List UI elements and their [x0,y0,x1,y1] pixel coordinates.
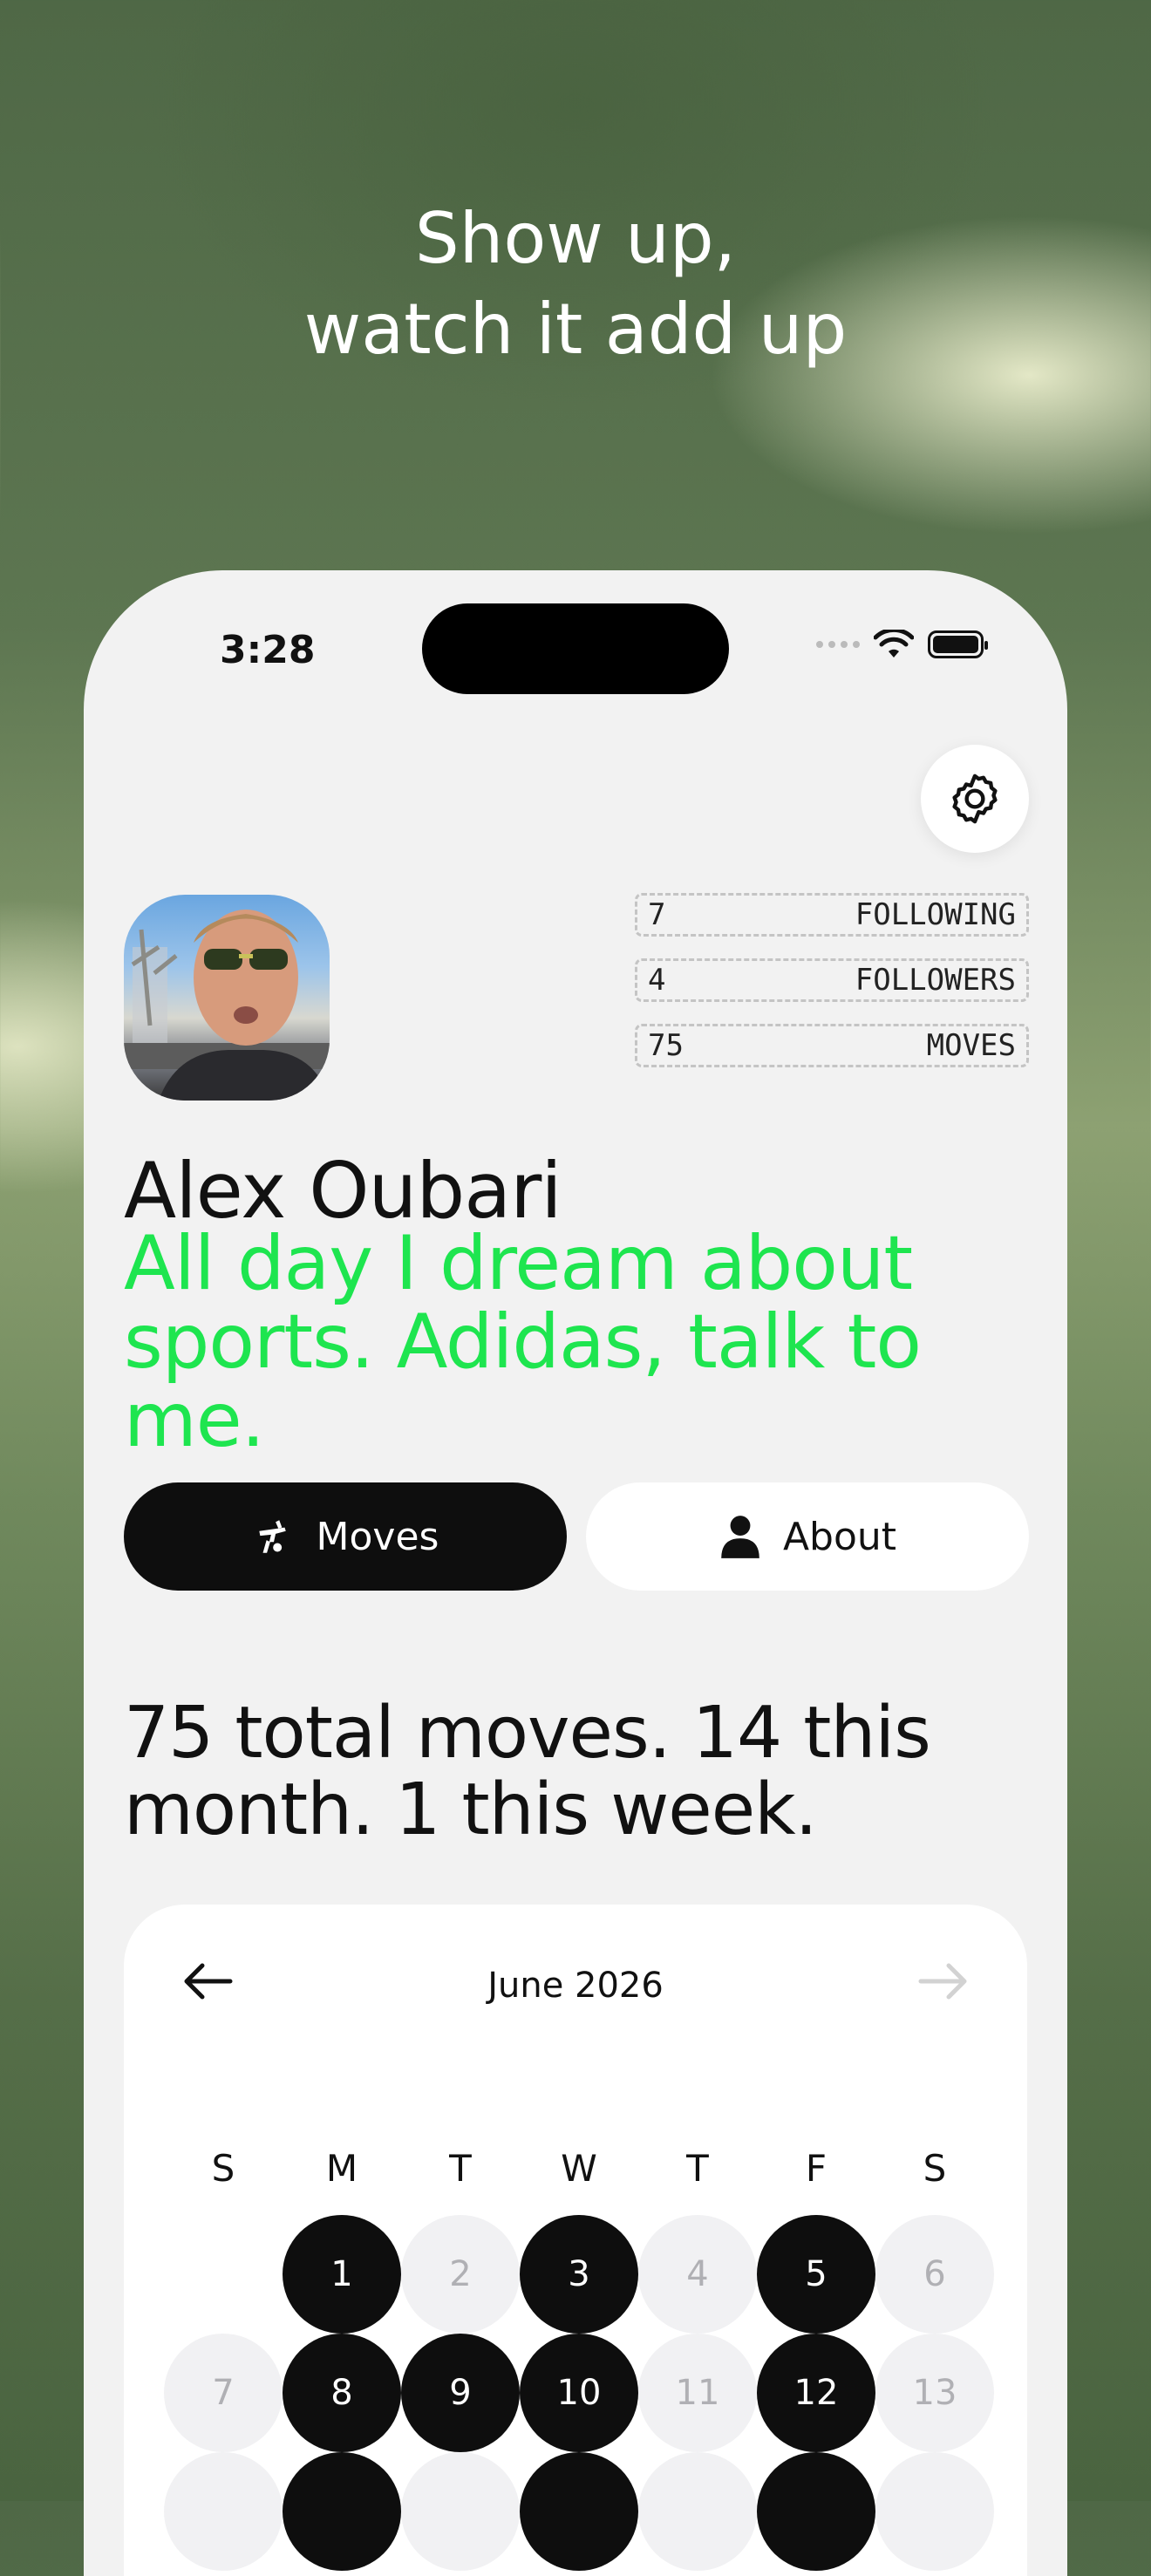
calendar-day[interactable]: 2 [401,2215,520,2334]
calendar-month-title: June 2026 [487,1966,664,2006]
calendar-day-partial [283,2452,401,2571]
calendar-day[interactable]: 13 [875,2334,994,2452]
calendar-day-number: 9 [401,2334,520,2452]
tab-about[interactable]: About [586,1482,1029,1591]
calendar-day-number: 8 [283,2334,401,2452]
calendar-days: 1 2 3 4 5 6 7 8 9 10 11 12 13 [164,2215,994,2571]
calendar-day[interactable]: 7 [164,2334,283,2452]
dynamic-island [422,603,729,694]
stat-following-label: FOLLOWING [855,897,1016,932]
calendar-weekdays: S M T W T F S [164,2147,994,2190]
calendar-day-number: 11 [638,2334,757,2452]
stat-following-value: 7 [648,897,666,932]
move-figure-icon [258,1520,286,1553]
stat-moves[interactable]: 75 MOVES [635,1024,1029,1067]
calendar-day[interactable]: 12 [757,2334,875,2452]
calendar-day-partial [757,2452,875,2571]
stat-followers[interactable]: 4 FOLLOWERS [635,958,1029,1002]
calendar-day[interactable]: 3 [520,2215,638,2334]
tab-about-label: About [782,1514,897,1559]
calendar-day[interactable]: 9 [401,2334,520,2452]
profile-stats: 7 FOLLOWING 4 FOLLOWERS 75 MOVES [635,893,1029,1089]
headline-line-1: Show up, [414,198,737,279]
stat-following[interactable]: 7 FOLLOWING [635,893,1029,937]
weekday-label: S [923,2147,947,2190]
calendar-day[interactable]: 11 [638,2334,757,2452]
weekday-label: F [805,2147,827,2190]
tab-moves-label: Moves [316,1514,439,1559]
status-time: 3:28 [220,628,316,672]
weekday-label: T [686,2147,709,2190]
weekday-label: S [211,2147,235,2190]
calendar-day-partial [520,2452,638,2571]
wifi-icon [874,630,914,658]
headline: Show up, watch it add up [0,194,1151,375]
calendar-day-partial [401,2452,520,2571]
calendar-day-number: 5 [757,2215,875,2334]
stat-moves-label: MOVES [926,1028,1016,1063]
arrow-right-icon[interactable] [917,1962,970,2000]
headline-line-2: watch it add up [303,289,848,370]
weekday-label: W [561,2147,597,2190]
calendar-day [164,2215,283,2334]
phone-screen: 3:28 7 FOLLOWING 4 FOLLOWERS 75 MOVES Al… [84,570,1067,2576]
status-icons [816,630,988,659]
calendar-day[interactable]: 5 [757,2215,875,2334]
settings-button[interactable] [921,745,1029,853]
calendar-day-number: 7 [164,2334,283,2452]
gear-icon [952,773,998,824]
moves-summary: 75 total moves. 14 this month. 1 this we… [124,1692,931,1851]
calendar-day-number: 3 [520,2215,638,2334]
calendar-day-number [164,2215,283,2334]
calendar-day-number: 12 [757,2334,875,2452]
calendar-day-number: 2 [401,2215,520,2334]
avatar[interactable] [124,895,330,1101]
avatar-photo [124,910,330,1101]
weekday-label: T [449,2147,472,2190]
tab-moves[interactable]: Moves [124,1482,567,1591]
cellular-signal-icon [816,641,860,648]
calendar-day[interactable]: 10 [520,2334,638,2452]
calendar-day-partial [875,2452,994,2571]
calendar-day-number: 6 [875,2215,994,2334]
calendar-day-number: 1 [283,2215,401,2334]
stat-followers-label: FOLLOWERS [855,963,1016,998]
calendar-day-number: 10 [520,2334,638,2452]
weekday-label: M [325,2147,358,2190]
stat-moves-value: 75 [648,1028,684,1063]
calendar-card: June 2026 S M T W T F S 1 2 3 4 5 6 7 8 … [124,1905,1027,2576]
battery-icon [928,630,988,658]
stat-followers-value: 4 [648,963,666,998]
calendar-day[interactable]: 4 [638,2215,757,2334]
calendar-day-partial [638,2452,757,2571]
calendar-day[interactable]: 1 [283,2215,401,2334]
calendar-day[interactable]: 6 [875,2215,994,2334]
calendar-day-number: 13 [875,2334,994,2452]
person-icon [721,1516,759,1558]
calendar-day[interactable]: 8 [283,2334,401,2452]
calendar-day-partial [164,2452,283,2571]
calendar-day-number: 4 [638,2215,757,2334]
profile-bio: All day I dream about sports. Adidas, ta… [124,1220,922,1464]
